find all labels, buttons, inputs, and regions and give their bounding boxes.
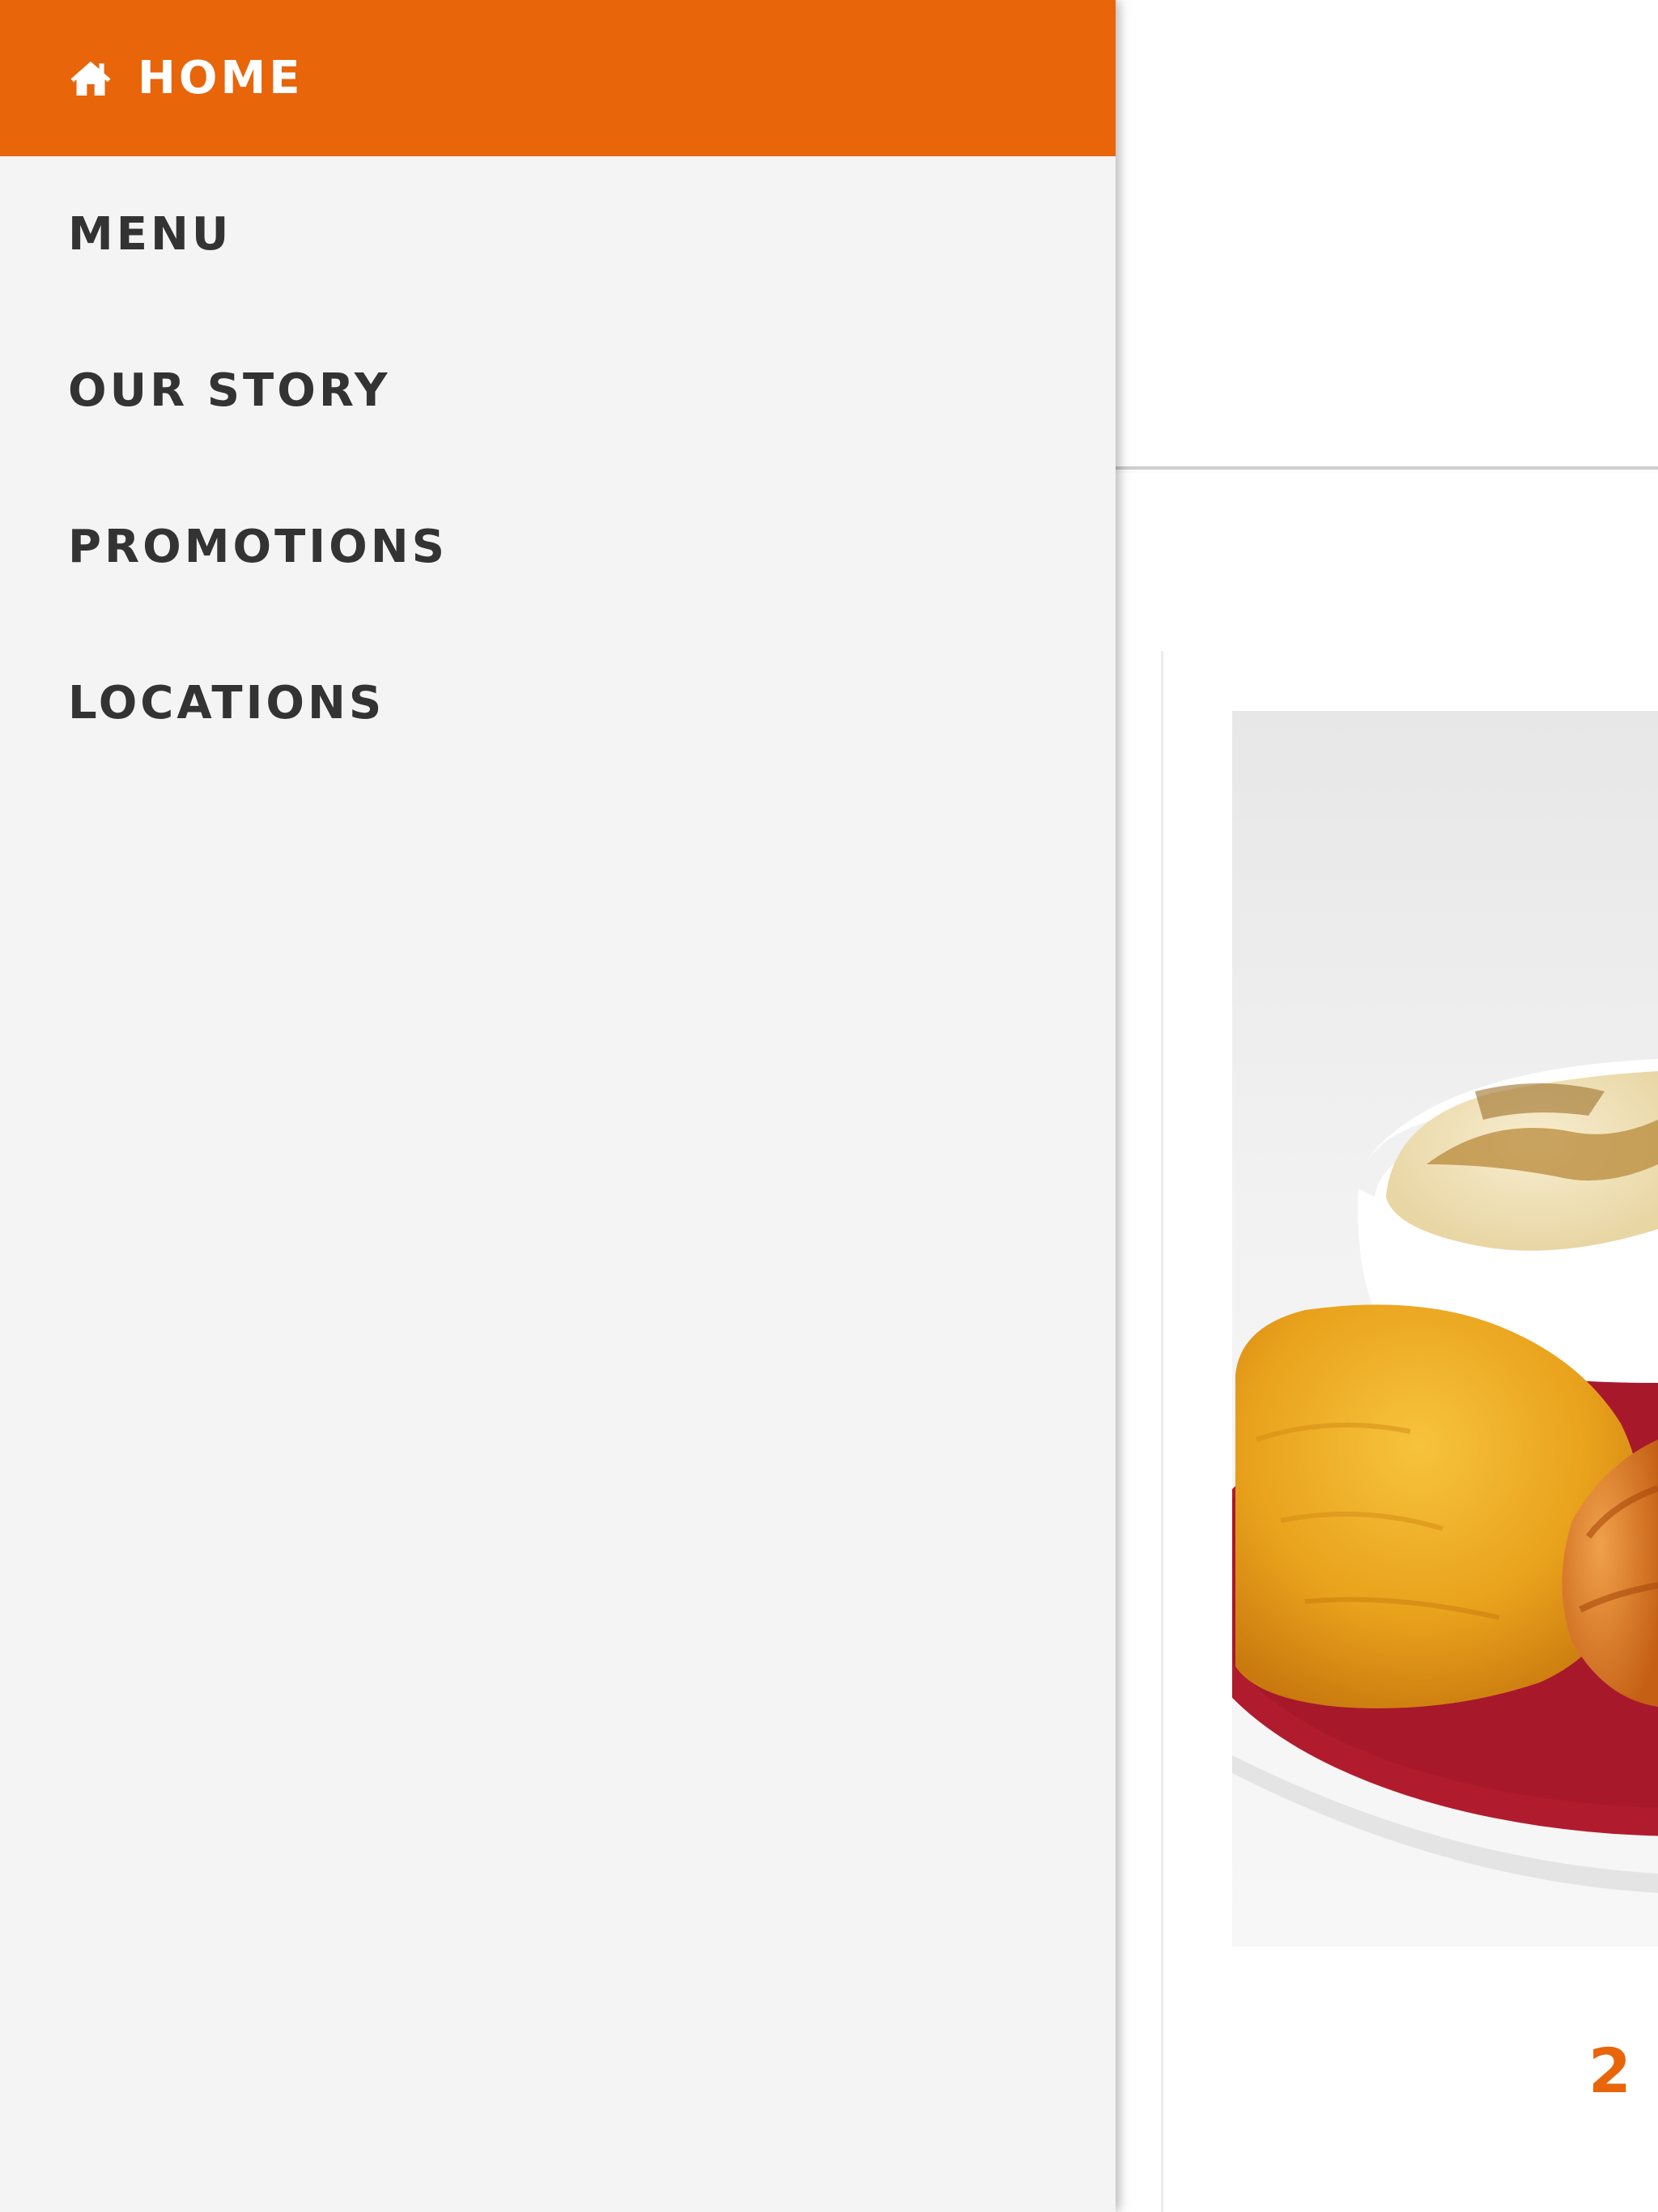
nav-label-home: HOME — [138, 52, 304, 104]
nav-label-menu: MENU — [68, 208, 232, 261]
card-number: 2 — [1588, 2035, 1631, 2107]
nav-item-home[interactable]: HOME — [0, 0, 1116, 156]
nav-item-our-story[interactable]: OUR STORY — [0, 313, 1116, 469]
nav-label-our-story: OUR STORY — [68, 364, 391, 417]
food-photo-illustration — [1232, 1059, 1658, 1893]
navigation-drawer: HOME MENU OUR STORY PROMOTIONS LOCATIONS — [0, 0, 1116, 2212]
content-divider — [1161, 651, 1163, 2212]
nav-item-promotions[interactable]: PROMOTIONS — [0, 469, 1116, 625]
food-photo[interactable] — [1232, 711, 1658, 1946]
home-icon — [68, 56, 113, 101]
nav-item-locations[interactable]: LOCATIONS — [0, 625, 1116, 781]
nav-label-locations: LOCATIONS — [68, 677, 385, 730]
nav-item-menu[interactable]: MENU — [0, 156, 1116, 313]
nav-label-promotions: PROMOTIONS — [68, 521, 448, 573]
